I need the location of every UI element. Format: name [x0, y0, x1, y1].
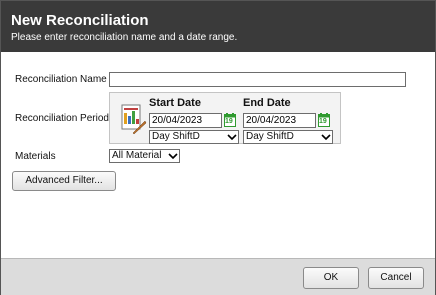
- start-calendar-day: 19: [225, 118, 233, 125]
- dialog-title: New Reconciliation: [11, 12, 149, 29]
- end-calendar-icon[interactable]: 19: [318, 113, 330, 127]
- end-shift-value: Day ShiftD: [246, 131, 294, 142]
- dialog-subtitle: Please enter reconciliation name and a d…: [11, 32, 238, 43]
- reconciliation-period-panel: Start Date 19 Day ShiftD End Date: [109, 92, 341, 144]
- materials-label: Materials: [15, 151, 56, 162]
- reconciliation-name-label: Reconciliation Name: [15, 74, 107, 85]
- dialog-body: Reconciliation Name Reconciliation Perio…: [1, 52, 435, 258]
- ok-button[interactable]: OK: [303, 267, 359, 289]
- chevron-down-icon: [168, 153, 178, 160]
- start-date-heading: Start Date: [149, 97, 201, 109]
- start-calendar-icon[interactable]: 19: [224, 113, 236, 127]
- start-shift-select[interactable]: Day ShiftD: [149, 130, 239, 144]
- materials-value: All Material: [112, 150, 162, 161]
- cancel-button[interactable]: Cancel: [368, 267, 424, 289]
- start-shift-value: Day ShiftD: [152, 131, 200, 142]
- advanced-filter-button[interactable]: Advanced Filter...: [12, 171, 116, 191]
- reconciliation-name-input[interactable]: [109, 72, 406, 87]
- dialog-footer: OK Cancel: [1, 258, 435, 295]
- end-shift-select[interactable]: Day ShiftD: [243, 130, 333, 144]
- end-date-heading: End Date: [243, 97, 291, 109]
- materials-select[interactable]: All Material: [109, 149, 180, 163]
- start-date-input[interactable]: [149, 113, 222, 128]
- end-date-input[interactable]: [243, 113, 316, 128]
- end-calendar-day: 19: [319, 118, 327, 125]
- dialog-header: New Reconciliation Please enter reconcil…: [1, 1, 435, 52]
- chevron-down-icon: [227, 134, 237, 141]
- reconciliation-period-label: Reconciliation Period: [15, 113, 109, 124]
- new-reconciliation-dialog: New Reconciliation Please enter reconcil…: [0, 0, 436, 295]
- reconciliation-period-icon: [121, 104, 147, 135]
- chevron-down-icon: [321, 134, 331, 141]
